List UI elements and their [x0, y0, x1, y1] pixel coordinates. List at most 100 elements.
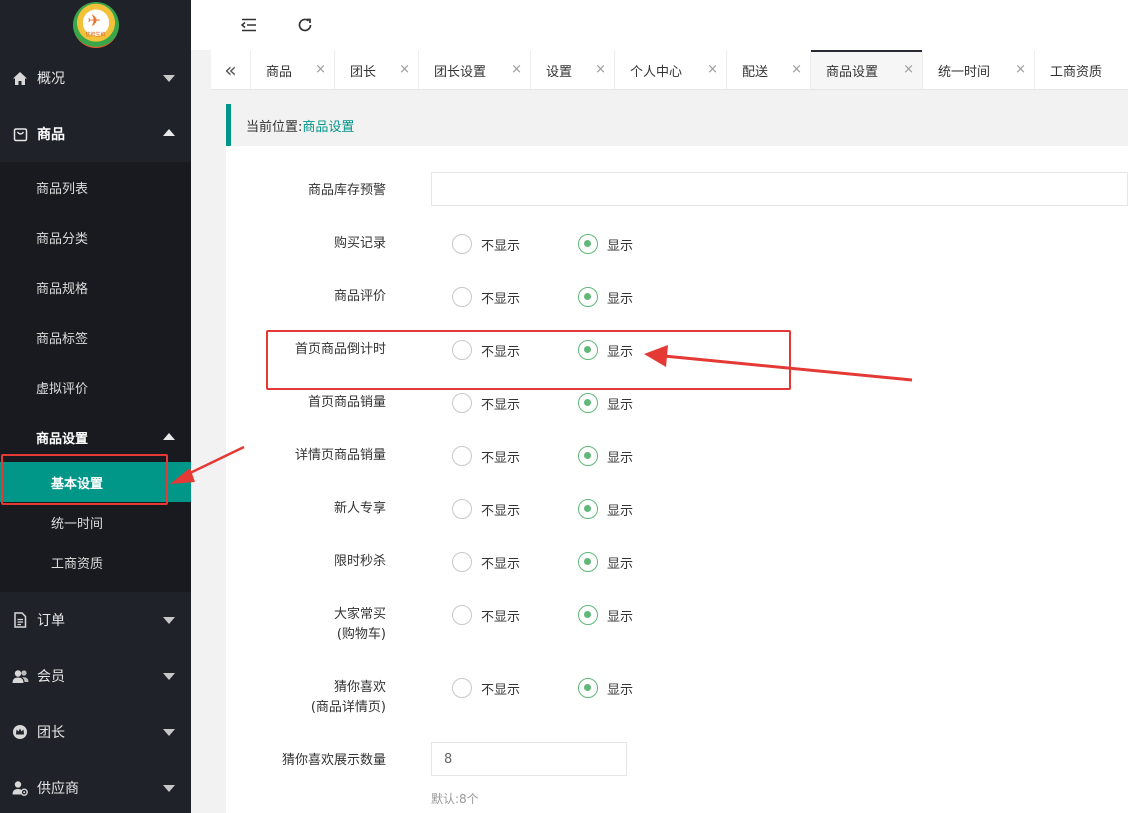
close-icon[interactable]: × [399, 62, 410, 77]
crown-icon [11, 723, 29, 741]
tab-label: 设置 [546, 64, 573, 80]
close-icon[interactable]: × [791, 62, 802, 77]
guess-like-show-radio[interactable]: 显示 [578, 678, 633, 698]
submenu-item-goods-list[interactable]: 商品列表 [0, 162, 191, 212]
menu-item-orders[interactable]: 订单 [0, 592, 191, 648]
detail-sales-show-radio[interactable]: 显示 [578, 446, 633, 466]
close-icon[interactable]: × [1015, 62, 1026, 77]
guess-like-label: 猜你喜欢 (商品详情页) [226, 678, 386, 718]
menu-item-leaders[interactable]: 团长 [0, 704, 191, 760]
close-icon[interactable]: × [511, 62, 522, 77]
submenu-item-business-qualification[interactable]: 工商资质 [0, 542, 191, 582]
tab-goods[interactable]: 商品 × [251, 50, 335, 89]
submenu-item-goods-tag[interactable]: 商品标签 [0, 312, 191, 362]
tab-personal-center[interactable]: 个人中心 × [615, 50, 727, 89]
submenu-label: 工商资质 [51, 556, 104, 572]
radio-unchecked-icon [452, 499, 472, 519]
radio-unchecked-icon [452, 678, 472, 698]
close-icon[interactable]: × [595, 62, 606, 77]
stock-warning-input[interactable] [431, 172, 1128, 206]
breadcrumb-prefix: 当前位置: [246, 119, 303, 135]
tab-label: 统一时间 [938, 64, 991, 80]
chevron-down-icon [163, 785, 175, 792]
breadcrumb: 当前位置: 商品设置 [226, 104, 1128, 146]
menu-label: 团长 [37, 725, 65, 741]
chevron-down-icon [163, 729, 175, 736]
content-area: 当前位置: 商品设置 商品库存预警 购买记录 不显示 显示 商品评价 不显示 显… [211, 90, 1128, 813]
logo-area: ✈ 优鲜生鲜 [0, 0, 191, 50]
guess-count-hint: 默认:8个 [431, 792, 479, 806]
submenu-label: 统一时间 [51, 516, 104, 532]
radio-unchecked-icon [452, 446, 472, 466]
tab-goods-settings[interactable]: 商品设置 × [811, 50, 923, 89]
home-sales-hide-radio[interactable]: 不显示 [452, 393, 520, 413]
purchase-record-show-radio[interactable]: 显示 [578, 234, 633, 254]
tab-delivery[interactable]: 配送 × [727, 50, 811, 89]
tab-leader[interactable]: 团长 × [335, 50, 419, 89]
submenu-item-unified-time[interactable]: 统一时间 [0, 502, 191, 542]
menu-item-suppliers[interactable]: 供应商 [0, 760, 191, 813]
close-icon[interactable]: × [707, 62, 718, 77]
submenu-item-virtual-review[interactable]: 虚拟评价 [0, 362, 191, 412]
frequent-buy-show-radio[interactable]: 显示 [578, 605, 633, 625]
double-chevron-left-icon[interactable]: « [211, 50, 251, 89]
radio-checked-icon [578, 393, 598, 413]
close-icon[interactable]: × [315, 62, 326, 77]
tab-business-qualification[interactable]: 工商资质 × [1035, 50, 1128, 89]
menu-label: 概况 [37, 71, 65, 87]
radio-label: 显示 [607, 450, 634, 466]
radio-label: 不显示 [481, 682, 521, 698]
tab-label: 团长 [350, 64, 377, 80]
newcomer-exclusive-show-radio[interactable]: 显示 [578, 499, 633, 519]
logo[interactable]: ✈ 优鲜生鲜 [72, 2, 119, 48]
supplier-icon [11, 779, 29, 797]
goods-review-hide-radio[interactable]: 不显示 [452, 287, 520, 307]
sidebar: ✈ 优鲜生鲜 概况 商品 商品列表 商品分类 商品规格 商品标签 虚拟评价 商品… [0, 0, 191, 813]
purchase-record-hide-radio[interactable]: 不显示 [452, 234, 520, 254]
guess-count-input[interactable]: 8 [431, 742, 627, 776]
frequent-buy-hide-radio[interactable]: 不显示 [452, 605, 520, 625]
submenu-item-goods-category[interactable]: 商品分类 [0, 212, 191, 262]
detail-sales-hide-radio[interactable]: 不显示 [452, 446, 520, 466]
menu-item-goods[interactable]: 商品 [0, 106, 191, 162]
menu-label: 订单 [37, 613, 65, 629]
goods-review-show-radio[interactable]: 显示 [578, 287, 633, 307]
breadcrumb-location[interactable]: 商品设置 [302, 116, 354, 135]
submenu-label: 商品分类 [36, 231, 89, 247]
flash-sale-show-radio[interactable]: 显示 [578, 552, 633, 572]
logo-text: 优鲜生鲜 [85, 32, 106, 38]
radio-checked-icon [578, 446, 598, 466]
menu-item-members[interactable]: 会员 [0, 648, 191, 704]
radio-label: 显示 [607, 238, 634, 254]
radio-label: 显示 [607, 291, 634, 307]
guess-like-label-line1: 猜你喜欢 [333, 680, 386, 695]
submenu-item-goods-spec[interactable]: 商品规格 [0, 262, 191, 312]
menu-item-overview[interactable]: 概况 [0, 50, 191, 106]
radio-label: 显示 [607, 556, 634, 572]
tab-unified-time[interactable]: 统一时间 × [923, 50, 1035, 89]
radio-unchecked-icon [452, 552, 472, 572]
menu-label: 商品 [37, 127, 65, 143]
airplane-icon: ✈ [87, 11, 101, 30]
home-sales-show-radio[interactable]: 显示 [578, 393, 633, 413]
radio-unchecked-icon [452, 234, 472, 254]
tab-label: 商品 [266, 64, 293, 80]
radio-label: 显示 [607, 682, 634, 698]
menu-collapse-icon[interactable] [236, 12, 262, 38]
radio-checked-icon [578, 287, 598, 307]
newcomer-exclusive-hide-radio[interactable]: 不显示 [452, 499, 520, 519]
refresh-icon[interactable] [292, 12, 318, 38]
tab-label: 团长设置 [434, 64, 487, 80]
tab-leader-settings[interactable]: 团长设置 × [419, 50, 531, 89]
stock-warning-label: 商品库存预警 [307, 183, 386, 198]
tab-settings[interactable]: 设置 × [531, 50, 615, 89]
guess-like-hide-radio[interactable]: 不显示 [452, 678, 520, 698]
annotation-box-basic-settings [1, 454, 168, 505]
frequent-buy-label-line1: 大家常买 [333, 607, 386, 622]
chevron-down-icon [163, 673, 175, 680]
flash-sale-hide-radio[interactable]: 不显示 [452, 552, 520, 572]
radio-label: 不显示 [481, 609, 521, 625]
chevron-down-icon [163, 617, 175, 624]
top-header [191, 0, 1128, 50]
close-icon[interactable]: × [903, 62, 914, 77]
